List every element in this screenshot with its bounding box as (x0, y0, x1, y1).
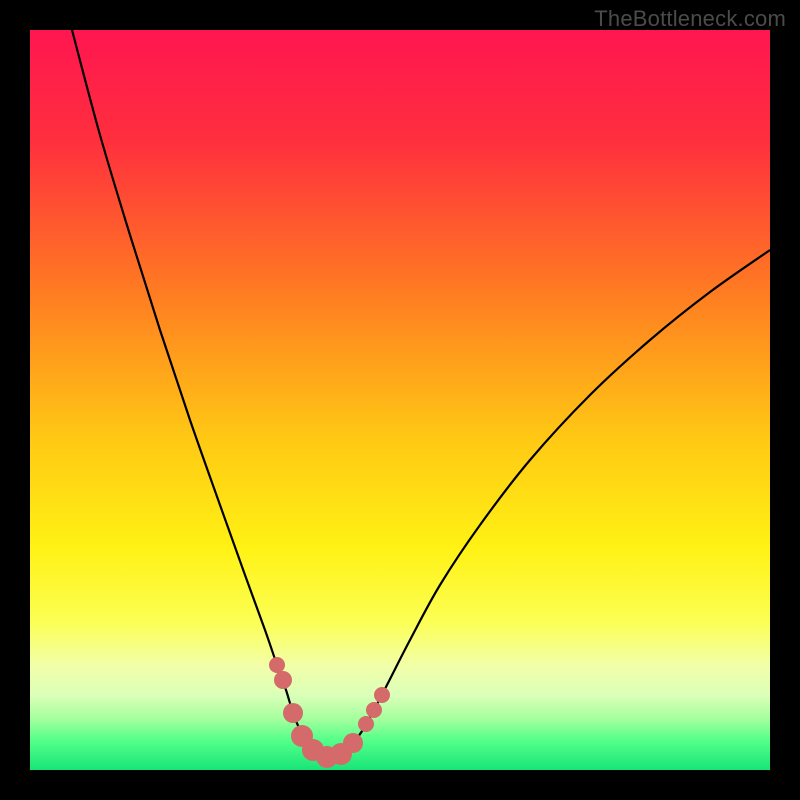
marker-point (366, 702, 382, 718)
marker-point (358, 716, 374, 732)
marker-point (374, 687, 390, 703)
marker-point (269, 657, 285, 673)
marker-point (274, 671, 292, 689)
chart-plot-area (30, 30, 770, 770)
marker-point (343, 733, 363, 753)
watermark-text: TheBottleneck.com (594, 6, 786, 32)
chart-frame: TheBottleneck.com (0, 0, 800, 800)
chart-svg (30, 30, 770, 770)
marker-point (283, 703, 303, 723)
